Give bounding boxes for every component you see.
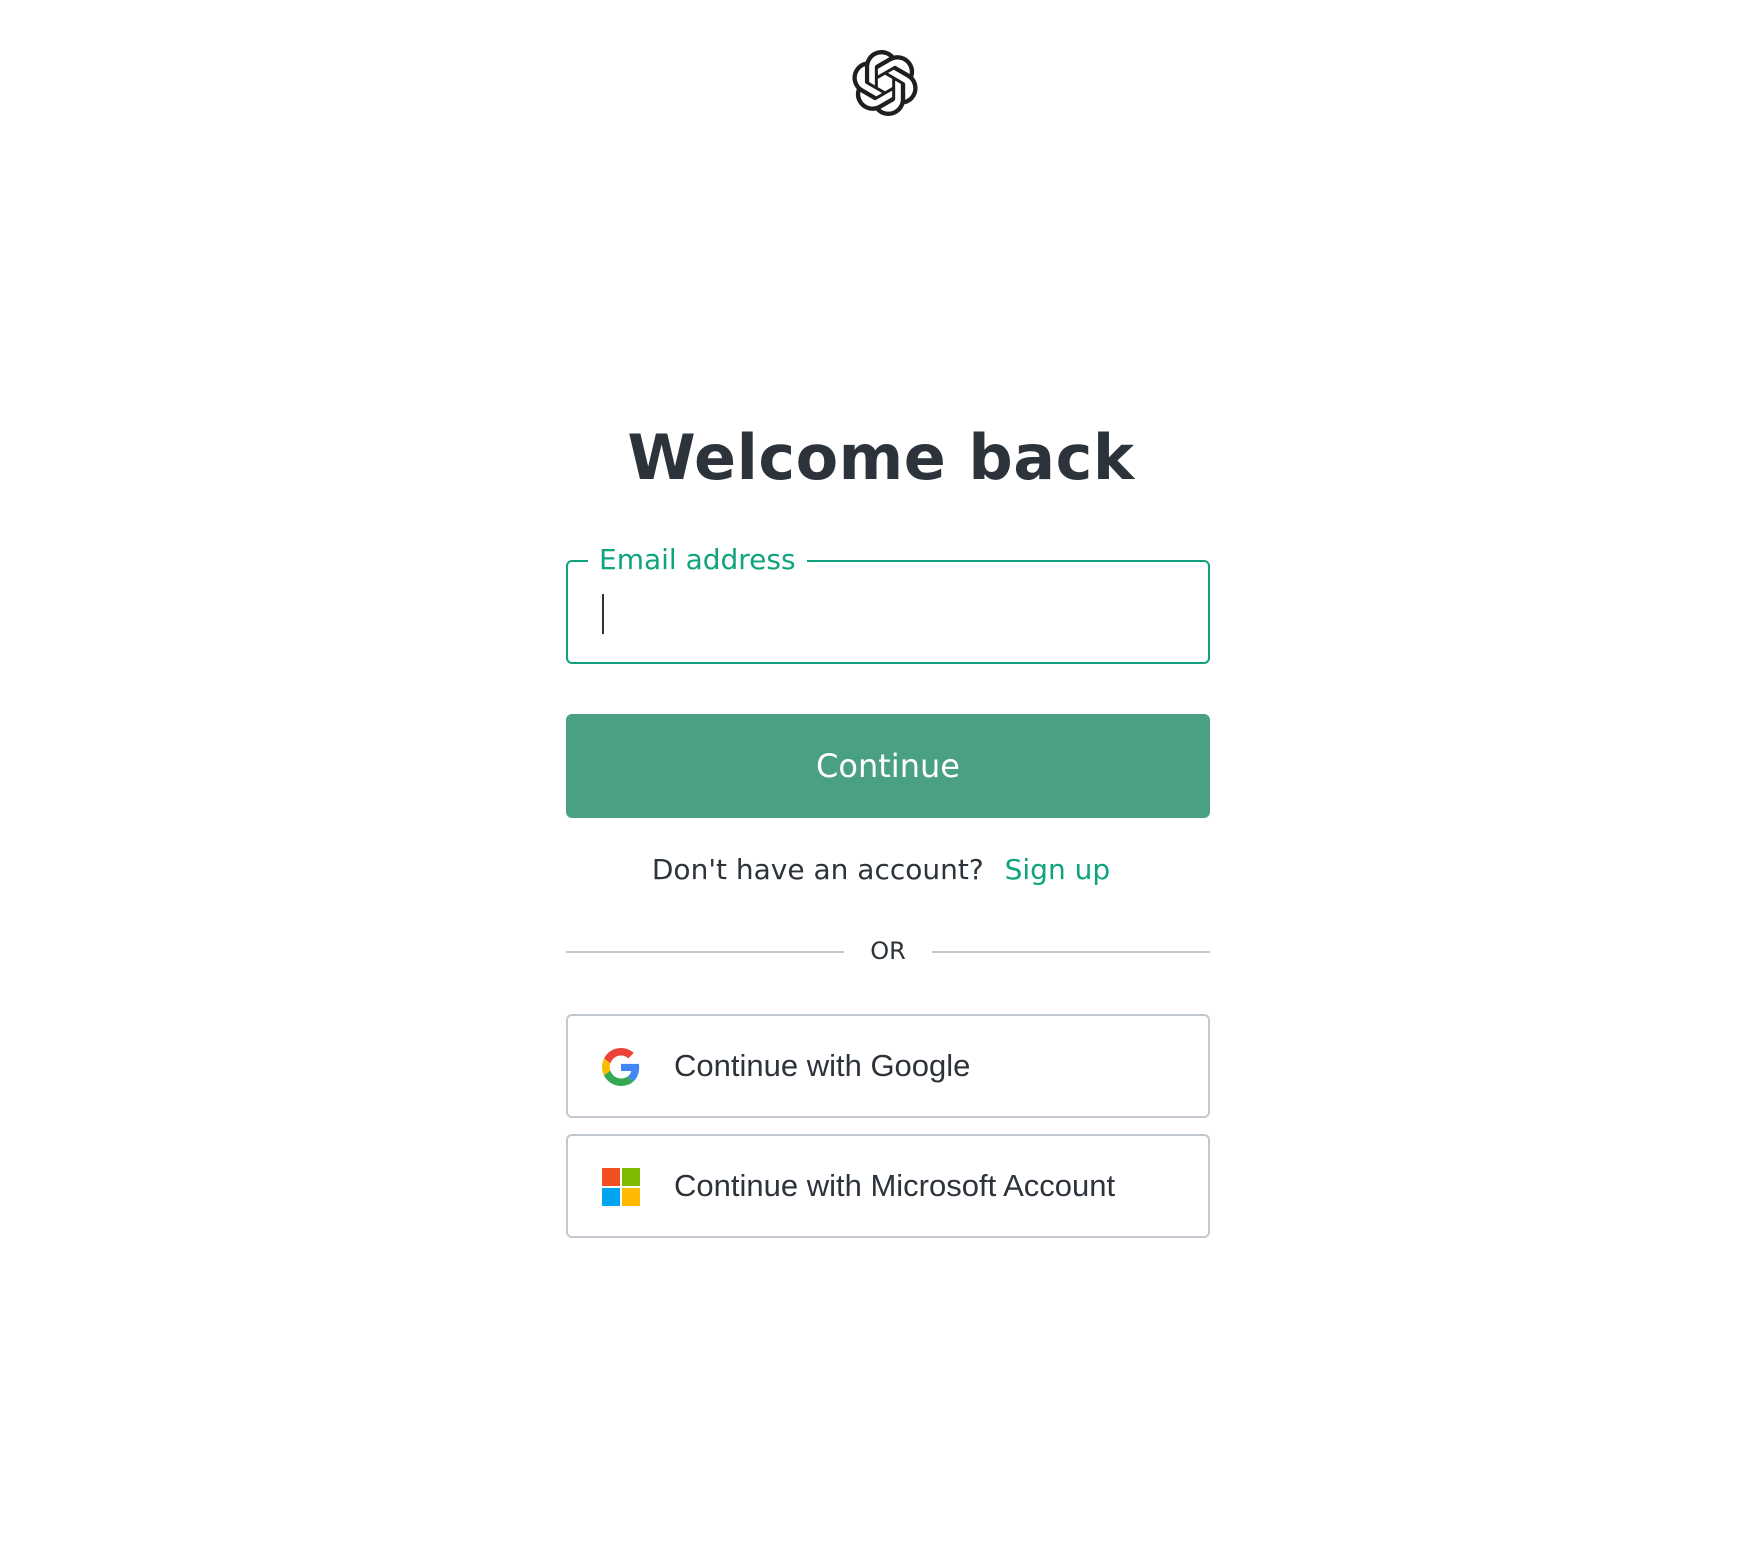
divider-line-right xyxy=(932,951,1210,953)
or-divider: OR xyxy=(566,936,1210,966)
text-caret xyxy=(602,594,604,634)
email-label: Email address xyxy=(588,540,807,580)
google-signin-label: Continue with Google xyxy=(674,1048,971,1083)
openai-logo-icon xyxy=(852,50,918,116)
google-icon xyxy=(602,1048,640,1086)
login-page: Welcome back Email address Continue Don'… xyxy=(0,0,1762,1562)
signup-prompt: Don't have an account? xyxy=(651,853,984,886)
microsoft-signin-label: Continue with Microsoft Account xyxy=(674,1168,1116,1203)
google-signin-button[interactable]: Continue with Google xyxy=(566,1014,1210,1118)
continue-button[interactable]: Continue xyxy=(566,714,1210,818)
signup-row: Don't have an account? Sign up xyxy=(0,850,1762,890)
microsoft-icon xyxy=(602,1168,640,1206)
microsoft-signin-button[interactable]: Continue with Microsoft Account xyxy=(566,1134,1210,1238)
email-field[interactable]: Email address xyxy=(566,540,1210,664)
signup-link[interactable]: Sign up xyxy=(1005,853,1111,886)
page-title: Welcome back xyxy=(627,421,1135,494)
